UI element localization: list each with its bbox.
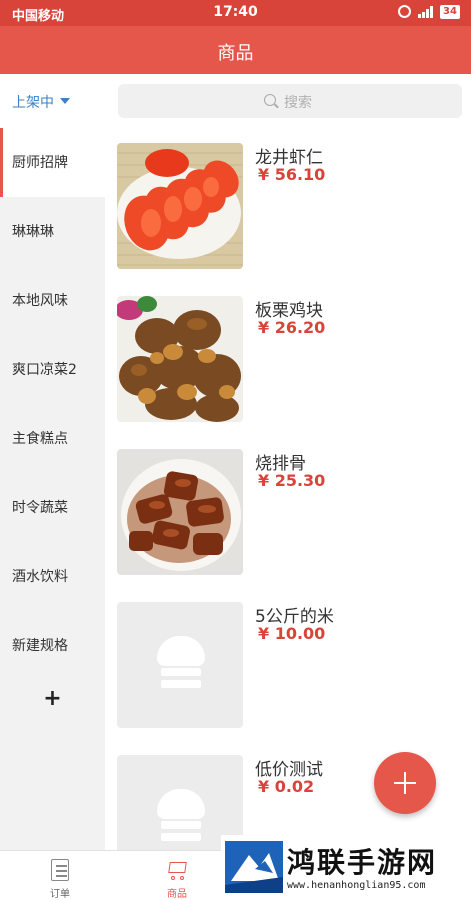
tab-products[interactable]: 商品	[137, 851, 217, 900]
product-image-placeholder	[117, 602, 243, 728]
alarm-icon	[398, 5, 411, 18]
category-sidebar: 上架中 厨师招牌 琳琳琳 本地风味 爽口凉菜2 主食糕点 时令蔬菜 酒水饮料 新…	[0, 74, 105, 850]
search-icon	[264, 94, 276, 106]
product-item[interactable]: 烧排骨 ¥ 25.30	[117, 449, 463, 575]
product-price: ¥ 26.20	[258, 318, 326, 337]
category-label: 新建规格	[12, 638, 68, 654]
page-title: 商品	[217, 43, 254, 64]
product-item[interactable]: 龙井虾仁 ¥ 56.10	[117, 143, 463, 269]
battery-icon: 34	[440, 5, 460, 19]
chef-hat-icon	[153, 789, 209, 845]
category-item[interactable]: 爽口凉菜2	[0, 335, 105, 404]
add-category-button[interactable]: +	[0, 681, 105, 717]
status-bar: 中国移动 17:40 34	[0, 0, 471, 26]
category-item[interactable]: 新建规格	[0, 611, 105, 680]
product-item[interactable]: 板栗鸡块 ¥ 26.20	[117, 296, 463, 422]
product-price: ¥ 56.10	[258, 165, 326, 184]
category-label: 主食糕点	[12, 431, 68, 447]
product-price: ¥ 10.00	[258, 624, 326, 643]
category-item[interactable]: 本地风味	[0, 266, 105, 335]
search-input[interactable]: 搜索	[118, 84, 462, 118]
watermark-url: www.henanhonglian95.com	[287, 880, 426, 891]
category-label: 本地风味	[12, 293, 68, 309]
product-image-tomato	[117, 143, 243, 269]
category-label: 爽口凉菜2	[12, 362, 77, 378]
status-filter-label: 上架中	[12, 95, 54, 111]
cart-icon	[166, 859, 188, 881]
product-item[interactable]: 5公斤的米 ¥ 10.00	[117, 602, 463, 728]
category-item[interactable]: 主食糕点	[0, 404, 105, 473]
product-price: ¥ 0.02	[258, 777, 315, 796]
watermark-logo	[225, 841, 283, 893]
chef-hat-icon	[153, 636, 209, 692]
product-price: ¥ 25.30	[258, 471, 326, 490]
product-image-chestnut-chicken	[117, 296, 243, 422]
signal-icon	[418, 6, 434, 18]
category-label: 厨师招牌	[12, 155, 68, 171]
category-item[interactable]: 时令蔬菜	[0, 473, 105, 542]
category-label: 琳琳琳	[12, 224, 54, 240]
watermark: 鸿联手游网 www.henanhonglian95.com	[221, 835, 471, 900]
search-placeholder: 搜索	[284, 95, 312, 111]
category-label: 酒水饮料	[12, 569, 68, 585]
watermark-title: 鸿联手游网	[287, 846, 438, 879]
tab-orders[interactable]: 订单	[20, 851, 100, 900]
category-item-active[interactable]: 厨师招牌	[0, 128, 105, 197]
status-filter-dropdown[interactable]: 上架中	[0, 74, 105, 128]
category-item[interactable]: 琳琳琳	[0, 197, 105, 266]
add-product-button[interactable]	[374, 752, 436, 814]
app-header: 商品	[0, 26, 471, 74]
caret-down-icon	[60, 98, 70, 104]
category-item[interactable]: 酒水饮料	[0, 542, 105, 611]
tab-label: 订单	[50, 889, 70, 900]
document-icon	[51, 859, 69, 881]
product-image-braised-ribs	[117, 449, 243, 575]
category-label: 时令蔬菜	[12, 500, 68, 516]
tab-label: 商品	[167, 889, 187, 900]
